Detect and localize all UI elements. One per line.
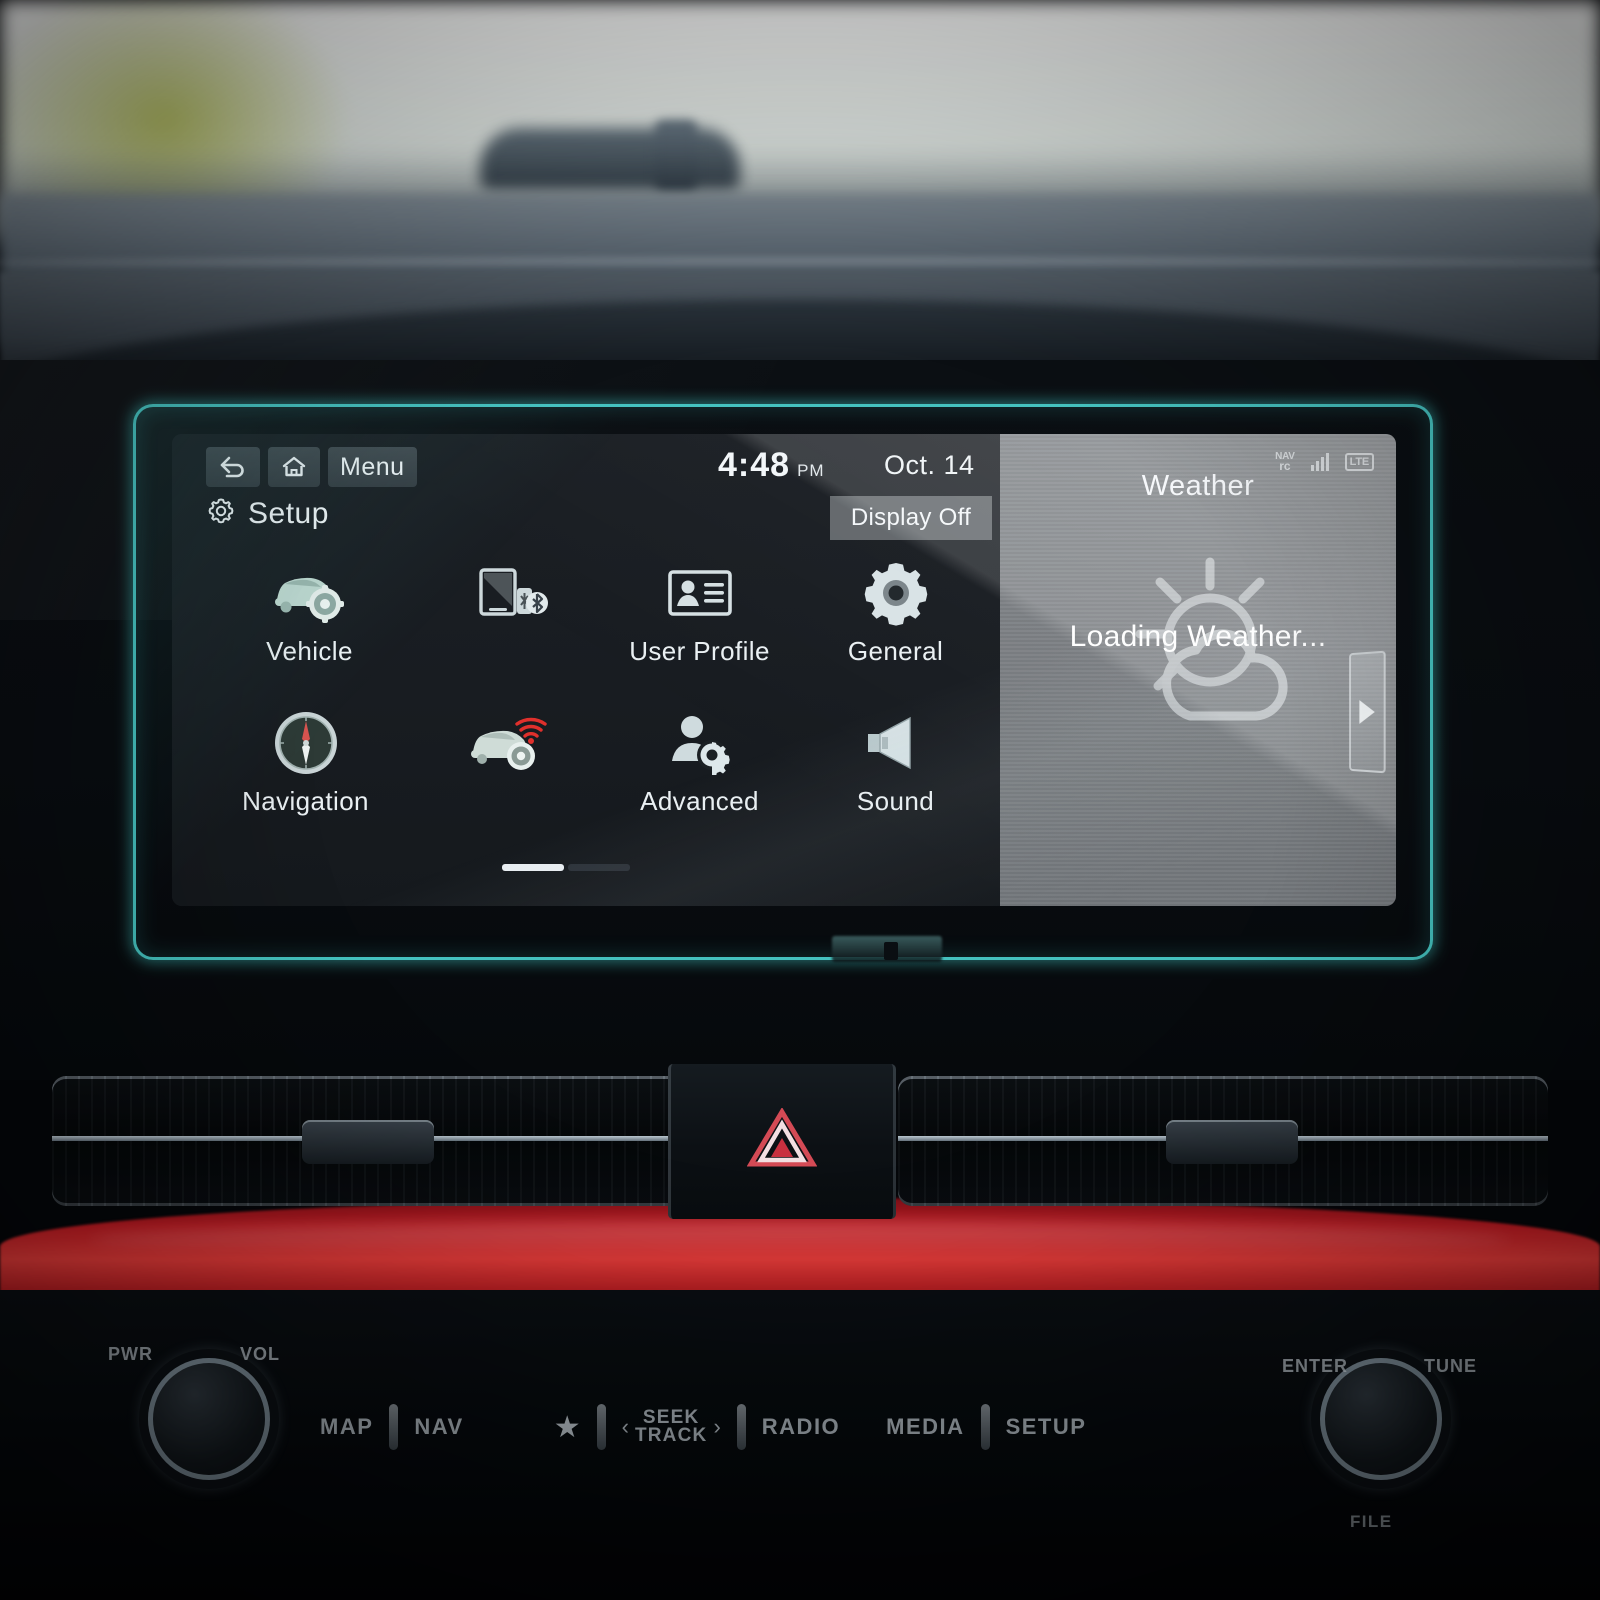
menu-item-sound[interactable]: Sound — [792, 702, 999, 817]
button-separator — [980, 1404, 990, 1450]
file-label: FILE — [1350, 1512, 1393, 1531]
car-settings-icon — [206, 552, 413, 634]
media-button[interactable]: MEDIA — [886, 1414, 964, 1440]
hazard-triangle-icon — [746, 1107, 818, 1175]
button-separator — [736, 1404, 746, 1450]
radio-button[interactable]: RADIO — [762, 1414, 840, 1440]
vent-direction-control[interactable] — [302, 1120, 434, 1164]
menu-item-navigation[interactable]: Navigation — [202, 702, 409, 817]
date-label: Oct. 14 — [884, 450, 975, 480]
page-dot[interactable] — [568, 864, 630, 871]
id-card-icon — [596, 552, 803, 634]
display-off-label: Display Off — [850, 504, 972, 531]
page-dot-active[interactable] — [502, 864, 564, 871]
compass-icon — [202, 702, 409, 784]
connected-car-icon — [406, 702, 613, 784]
device-bluetooth-icon — [406, 552, 613, 634]
menu-item-label: Vehicle — [266, 636, 353, 666]
hardware-button-row: MAP NAV ★ ‹ SEEK TRACK › RADIO MEDIA SET… — [320, 1394, 1280, 1460]
pwr-label: PWR — [108, 1344, 153, 1364]
air-vent-left[interactable] — [52, 1076, 702, 1206]
back-button[interactable] — [206, 447, 260, 487]
page-title-label: Setup — [248, 496, 329, 530]
enter-label: ENTER — [1282, 1356, 1349, 1376]
back-arrow-icon — [218, 454, 248, 480]
button-separator — [389, 1404, 399, 1450]
home-icon — [280, 454, 308, 480]
gear-icon — [792, 552, 999, 634]
nav-button-group: Menu — [206, 447, 417, 487]
user-gear-icon — [596, 702, 803, 784]
menu-button-label: Menu — [340, 452, 405, 481]
power-volume-knob[interactable] — [148, 1358, 270, 1480]
menu-item-connected-services[interactable] — [406, 702, 613, 786]
seek-prev-icon[interactable]: ‹ — [622, 1414, 629, 1440]
seek-track-button[interactable]: ‹ SEEK TRACK › — [622, 1408, 721, 1446]
menu-item-label: Advanced — [640, 786, 759, 816]
page-indicator[interactable] — [502, 864, 630, 871]
menu-item-vehicle[interactable]: Vehicle — [206, 552, 413, 667]
menu-item-label: General — [847, 636, 944, 666]
menu-item-label: User Profile — [629, 636, 770, 666]
menu-item-user-profile[interactable]: User Profile — [596, 552, 803, 667]
weather-widget-title: Weather — [1141, 470, 1255, 502]
home-button[interactable] — [268, 447, 320, 487]
tune-label: TUNE — [1424, 1356, 1477, 1376]
infotainment-screen[interactable]: Menu 4:48 PM Oct. 14 NAV rc LTE Setup Di… — [172, 434, 1396, 906]
map-button[interactable]: MAP — [320, 1414, 373, 1440]
menu-item-label: Sound — [856, 786, 935, 816]
dashboard-seam — [0, 258, 1600, 268]
star-icon[interactable]: ★ — [554, 1410, 581, 1445]
menu-item-general[interactable]: General — [792, 552, 999, 667]
menu-item-label: Navigation — [242, 786, 369, 816]
red-trim-highlight — [90, 1222, 1510, 1256]
clock-meridiem: PM — [797, 461, 825, 480]
clock-time: 4:48 — [718, 446, 791, 484]
menu-item-device-connections[interactable] — [406, 552, 613, 636]
hazard-button-housing — [668, 1064, 896, 1219]
air-vent-right[interactable] — [898, 1076, 1548, 1206]
screen-protector-nick — [884, 942, 898, 960]
dashboard-photo: Menu 4:48 PM Oct. 14 NAV rc LTE Setup Di… — [0, 0, 1600, 1600]
nav-button[interactable]: NAV — [414, 1414, 463, 1440]
vol-label: VOL — [240, 1344, 281, 1364]
setup-button[interactable]: SETUP — [1006, 1414, 1087, 1440]
seek-next-icon[interactable]: › — [713, 1414, 720, 1440]
chevron-right-icon[interactable] — [1349, 650, 1386, 774]
display-off-button[interactable]: Display Off — [830, 496, 992, 540]
track-label: TRACK — [634, 1425, 708, 1446]
menu-item-advanced[interactable]: Advanced — [596, 702, 803, 817]
settings-icon-grid: Vehicle User Profile General Navigation … — [172, 552, 1000, 852]
weather-widget[interactable]: Weather Loading Weather... — [1000, 434, 1396, 906]
hazard-light-button[interactable] — [744, 1107, 820, 1175]
button-separator — [596, 1404, 606, 1450]
page-title: Setup — [206, 496, 329, 531]
arrow-triangle — [1359, 699, 1375, 725]
menu-button[interactable]: Menu — [328, 447, 417, 487]
speaker-icon — [792, 702, 999, 784]
gear-icon — [206, 496, 236, 531]
weather-status-text: Loading Weather... — [1069, 620, 1327, 653]
vent-direction-control[interactable] — [1166, 1120, 1298, 1164]
clock: 4:48 PM — [718, 446, 825, 485]
